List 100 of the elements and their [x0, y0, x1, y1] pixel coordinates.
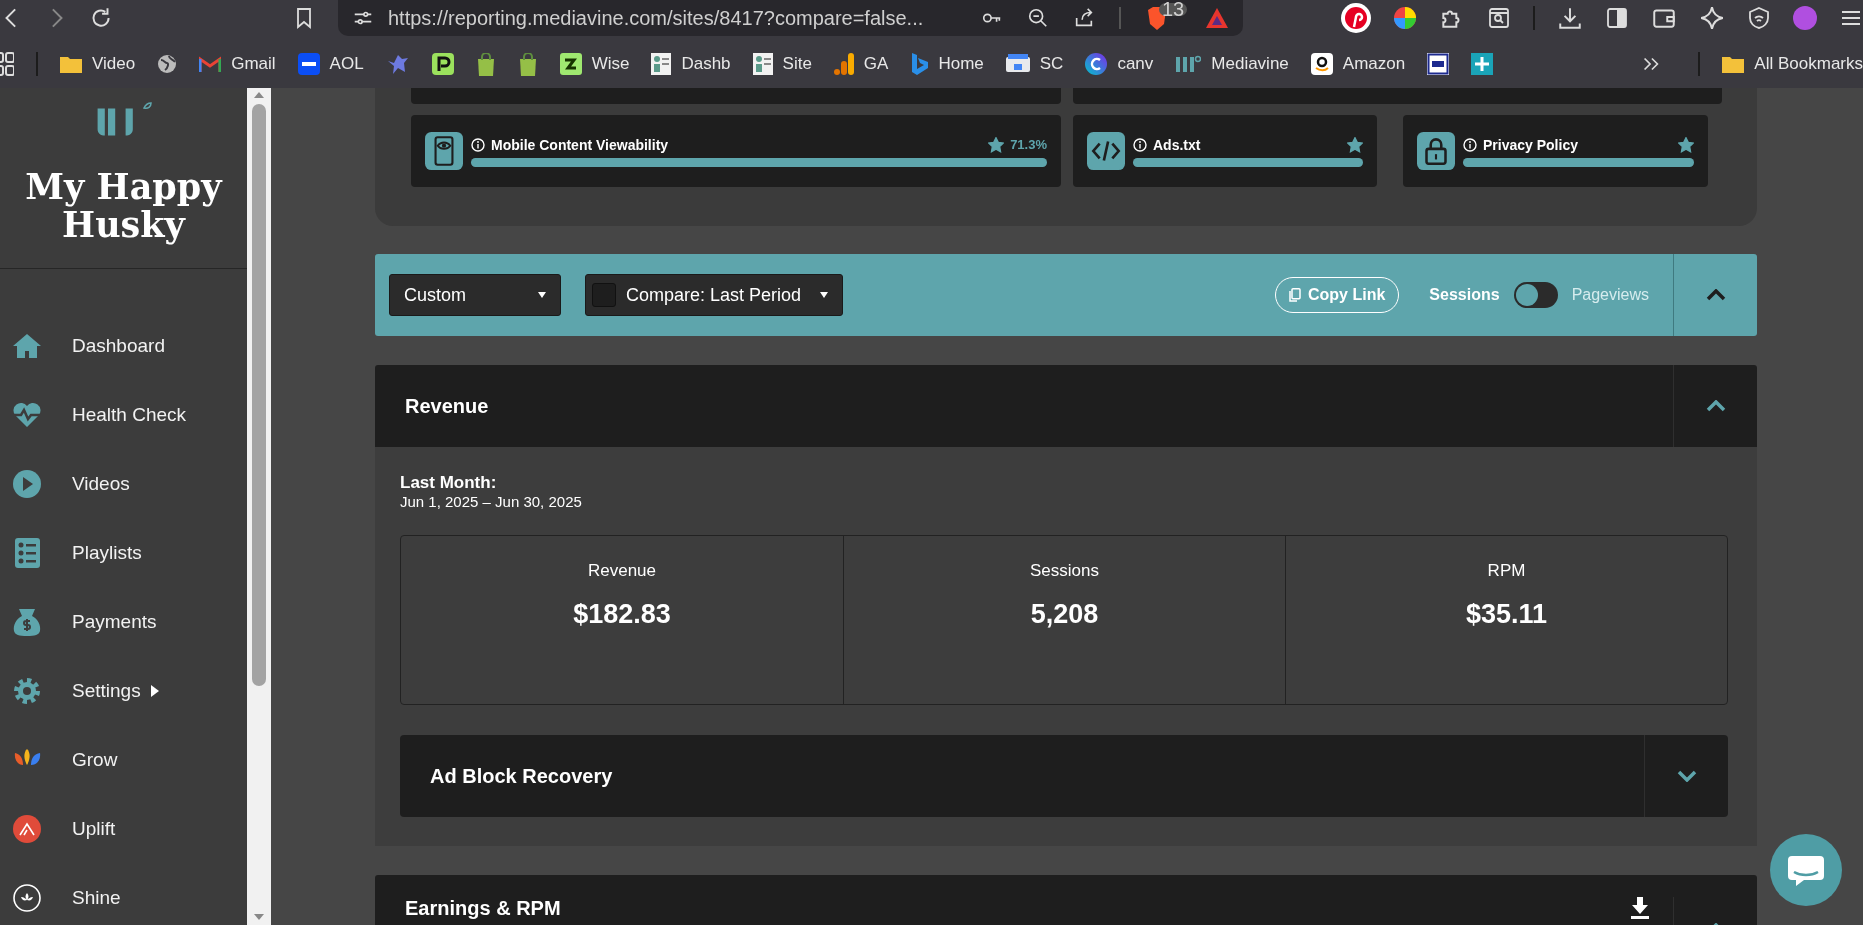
section-title: Revenue [405, 394, 489, 418]
compare-checkbox[interactable] [592, 283, 616, 307]
shine-icon [12, 882, 42, 913]
chevron-icon [1705, 400, 1726, 412]
list-icon [12, 537, 42, 568]
app-icon [1005, 54, 1030, 74]
apps-icon[interactable] [0, 51, 14, 77]
bookmark-item[interactable]: Amazon [1310, 53, 1406, 75]
subsection-title: Ad Block Recovery [430, 764, 613, 788]
pin-icon[interactable] [1341, 3, 1371, 33]
logo-icon [1175, 55, 1202, 73]
globe-icon [157, 54, 178, 74]
bookmark-item[interactable]: Wise [559, 53, 630, 75]
bookmark-item[interactable]: Dashb [651, 53, 731, 75]
nav-item[interactable]: Uplift [72, 817, 116, 840]
site-name: My Happy Husky [24, 168, 224, 244]
bookmark-item[interactable]: Home [910, 53, 984, 75]
extension-badge: 13 [1159, 3, 1188, 16]
compare-dropdown[interactable]: Compare: Last Period [585, 274, 843, 316]
sparkle-icon[interactable] [1699, 5, 1725, 31]
nav-item[interactable]: Shine [72, 886, 121, 909]
nav-item[interactable]: Videos [72, 472, 130, 495]
toggle-switch[interactable] [1513, 282, 1558, 308]
shield-icon[interactable] [1747, 6, 1771, 30]
stat-value: 5,208 [1030, 599, 1099, 630]
stat-label: Sessions [1030, 561, 1099, 581]
app-icon [1310, 53, 1333, 75]
bookmark-item[interactable]: canv [1085, 53, 1154, 75]
app-icon [297, 53, 320, 75]
folder-icon [1722, 55, 1745, 73]
lock-icon [1417, 132, 1455, 170]
chevron-icon [1676, 770, 1697, 782]
money-icon [12, 606, 42, 637]
triangle-icon[interactable] [1205, 7, 1229, 29]
sidebar-icon[interactable] [1605, 6, 1629, 30]
score-text: 71.3% [1010, 137, 1047, 152]
stat-value: $182.83 [573, 599, 671, 630]
avatar-icon[interactable] [1793, 6, 1817, 30]
gear-icon [12, 675, 42, 706]
phone-icon [425, 132, 463, 170]
app-icon [1471, 53, 1494, 75]
stat-label: Revenue [587, 561, 657, 581]
health-card[interactable]: Mobile Content Viewability 71.3% [411, 115, 1061, 187]
page-search-icon[interactable] [1487, 6, 1511, 30]
mail-icon [199, 56, 222, 72]
nav-item[interactable]: Playlists [72, 541, 142, 564]
period-label: Last Month: [400, 473, 498, 493]
bookmark-item[interactable]: Video [60, 54, 136, 74]
app-icon [431, 53, 454, 75]
download-icon[interactable] [1557, 5, 1583, 31]
app-icon [1427, 53, 1450, 75]
card-title: Privacy Policy [1483, 136, 1578, 153]
section-title: Earnings & RPM [405, 897, 561, 919]
stat-value: $35.11 [1465, 599, 1548, 630]
thumbnail-icon [651, 53, 672, 75]
nav-item[interactable]: Payments [72, 610, 157, 633]
nav-item[interactable]: Dashboard [72, 334, 165, 357]
play-icon [12, 468, 42, 499]
code-icon [1087, 132, 1125, 170]
info-icon [1133, 137, 1147, 152]
app-icon [1085, 53, 1108, 75]
zoom-out-icon[interactable] [1027, 7, 1049, 29]
app-icon [559, 53, 582, 75]
bookmark-item[interactable]: GA [833, 53, 889, 75]
caret-icon [538, 292, 546, 298]
shopping-bag-icon [475, 52, 496, 76]
info-icon [1463, 137, 1477, 152]
nav-item[interactable]: Grow [72, 748, 118, 771]
toggle-knob [1515, 284, 1538, 306]
bar-chart-icon [833, 53, 854, 75]
nav-item[interactable]: Health Check [72, 403, 187, 426]
color-wheel-icon[interactable] [1393, 6, 1417, 30]
range-dropdown[interactable]: Custom [389, 274, 561, 316]
bookmark-item[interactable]: Mediavine [1175, 54, 1289, 74]
card-title: Ads.txt [1153, 136, 1201, 153]
thumbnail-icon [752, 53, 773, 75]
copy-icon [1289, 288, 1301, 302]
bookmark-item[interactable]: Gmail [199, 54, 276, 74]
period-dates: Jun 1, 2025 – Jun 30, 2025 [400, 493, 583, 510]
bookmark-item[interactable]: Site [752, 53, 812, 75]
bookmark-item[interactable]: SC [1005, 54, 1064, 74]
info-icon [471, 137, 485, 152]
address-bar[interactable]: https://reporting.mediavine.com/sites/8417?compare=false... 13 [338, 0, 1243, 36]
chevron-icon [1705, 289, 1726, 301]
share-icon[interactable] [1073, 7, 1095, 29]
stat-label: RPM [1487, 561, 1526, 581]
folder-icon [60, 55, 82, 73]
health-card[interactable]: Privacy Policy [1403, 115, 1708, 187]
caret-icon [820, 292, 828, 298]
url-text: https://reporting.mediavine.com/sites/8417?compare=false... [388, 6, 924, 30]
app-icon [910, 53, 929, 75]
chat-button[interactable] [1770, 834, 1842, 906]
bookmark-folder[interactable]: All Bookmarks [1722, 54, 1863, 74]
bookmark-item[interactable]: AOL [297, 53, 364, 75]
uplift-icon [12, 813, 42, 844]
download-icon[interactable] [1631, 897, 1649, 919]
card-title: Mobile Content Viewability [491, 136, 669, 153]
nav-item[interactable]: Settings [72, 679, 159, 702]
health-card[interactable]: Ads.txt [1073, 115, 1377, 187]
caret-icon [150, 684, 159, 697]
